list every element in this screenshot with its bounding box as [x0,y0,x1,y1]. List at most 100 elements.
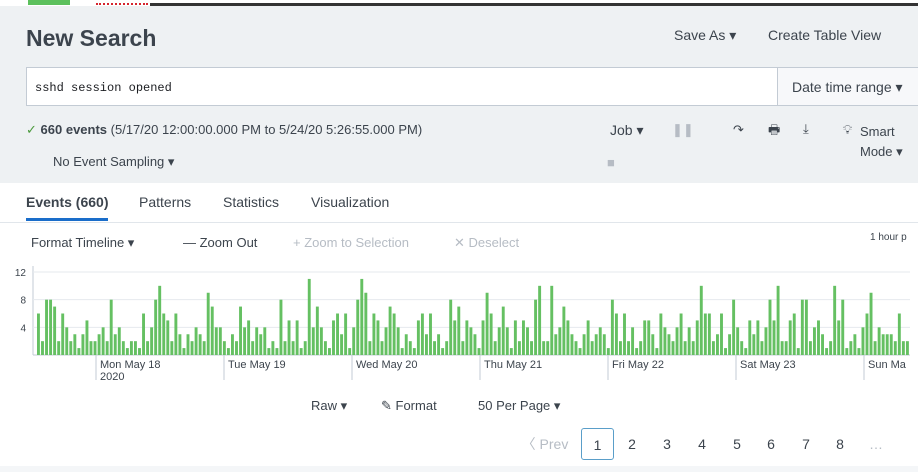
timeline-bar[interactable] [736,327,740,355]
timeline-bar[interactable] [433,341,436,355]
timeline-bar[interactable] [170,341,174,355]
timeline-bar[interactable] [768,299,772,355]
timeline-bar[interactable] [756,320,760,355]
timeline-bar[interactable] [45,299,48,355]
timeline-bar[interactable] [881,334,885,355]
stop-icon[interactable]: ■ [607,155,615,170]
timeline-bar[interactable] [388,306,392,355]
timeline-bar[interactable] [57,341,61,355]
timeline-bar[interactable] [817,320,820,355]
timeline-bar[interactable] [142,313,145,356]
timeline-bar[interactable] [138,348,141,355]
timeline-bar[interactable] [121,341,125,355]
timeline-bar[interactable] [513,320,517,355]
page-4-button[interactable]: 4 [692,428,712,460]
timeline-bar[interactable] [813,327,816,355]
timeline-bar[interactable] [489,313,493,356]
timeline-bar[interactable] [473,334,477,355]
timeline-bar[interactable] [800,299,804,355]
page-8-button[interactable]: 8 [830,428,850,460]
page-2-button[interactable]: 2 [622,428,642,460]
timeline-bar[interactable] [429,313,432,356]
timeline-bar[interactable] [198,334,202,355]
timeline-bar[interactable] [849,341,853,355]
timeline-bar[interactable] [364,292,368,355]
timeline-bar[interactable] [845,348,849,355]
timeline-bar[interactable] [546,341,550,355]
pause-icon[interactable]: ❚❚ [672,122,694,138]
timeline-bar[interactable] [125,348,129,355]
timeline-bar[interactable] [65,327,69,355]
timeline-bar[interactable] [412,348,416,355]
timeline-bar[interactable] [780,341,784,355]
timeline-bar[interactable] [323,341,327,355]
timeline-bar[interactable] [570,334,574,355]
timeline-bar[interactable] [667,334,671,355]
zoom-out-button[interactable]: — Zoom Out [183,235,257,250]
timeline-bar[interactable] [267,348,271,355]
timeline-bar[interactable] [517,341,521,355]
timeline-chart[interactable]: 12 8 4 Mon May 182020 Tue May 19 Wed May 20 T… [0,263,918,385]
timeline-bar[interactable] [873,341,877,355]
event-sampling-dropdown[interactable]: No Event Sampling ▾ [53,154,174,170]
export-icon[interactable]: ⤓ [803,121,809,137]
timeline-bar[interactable] [857,348,861,355]
timeline-bar[interactable] [837,320,841,355]
timeline-bar[interactable] [186,334,190,355]
timeline-bar[interactable] [222,341,226,355]
deselect-button[interactable]: ✕ Deselect [454,235,519,251]
timeline-bar[interactable] [231,334,234,355]
timeline-bar[interactable] [218,327,222,355]
timeline-bar[interactable] [465,320,469,355]
timeline-bar[interactable] [97,334,101,355]
timeline-bar[interactable] [344,313,348,356]
timeline-bar[interactable] [586,320,590,355]
timeline-bar[interactable] [166,320,170,355]
timeline-bar[interactable] [275,348,279,355]
timeline-bar[interactable] [821,334,824,355]
timeline-bar[interactable] [235,341,238,355]
timeline-bar[interactable] [53,306,57,355]
timeline-bar[interactable] [352,327,356,355]
timeline-bar[interactable] [796,348,800,355]
timeline-bar[interactable] [404,334,408,355]
timeline-bar[interactable] [562,306,566,355]
timeline-bar[interactable] [509,348,513,355]
timeline-bar[interactable] [206,292,210,355]
timeline-bar[interactable] [614,313,618,356]
timeline-bar[interactable] [291,341,295,355]
timeline-bar[interactable] [522,320,525,355]
timeline-bar[interactable] [37,313,40,356]
timeline-bar[interactable] [340,334,344,355]
timeline-bar[interactable] [792,313,796,356]
timeline-bar[interactable] [566,320,570,355]
timeline-bar[interactable] [655,348,659,355]
page-7-button[interactable]: 7 [796,428,816,460]
timeline-bar[interactable] [41,341,44,355]
timeline-bar[interactable] [400,348,404,355]
timeline-bar[interactable] [554,334,558,355]
timeline-bar[interactable] [396,327,400,355]
tab-patterns[interactable]: Patterns [139,194,191,210]
per-page-dropdown[interactable]: 50 Per Page ▾ [478,398,560,414]
timeline-bar[interactable] [732,299,736,355]
timeline-bar[interactable] [582,334,586,355]
tab-events[interactable]: Events (660) [26,194,108,210]
timeline-bar[interactable] [226,348,230,355]
timeline-bar[interactable] [635,348,639,355]
timeline-bar[interactable] [445,341,449,355]
timeline-bar[interactable] [711,341,715,355]
timeline-bar[interactable] [481,320,485,355]
timeline-bar[interactable] [841,299,845,355]
timeline-bar[interactable] [113,334,117,355]
timeline-bar[interactable] [332,320,335,355]
timeline-bar[interactable] [897,313,901,356]
timeline-bar[interactable] [477,348,481,355]
timeline-bar[interactable] [724,348,727,355]
timeline-bar[interactable] [73,334,77,355]
tab-visualization[interactable]: Visualization [311,194,389,210]
timeline-bar[interactable] [449,299,453,355]
timeline-bar[interactable] [885,334,889,355]
timeline-bar[interactable] [574,341,578,355]
timeline-bar[interactable] [356,299,360,355]
